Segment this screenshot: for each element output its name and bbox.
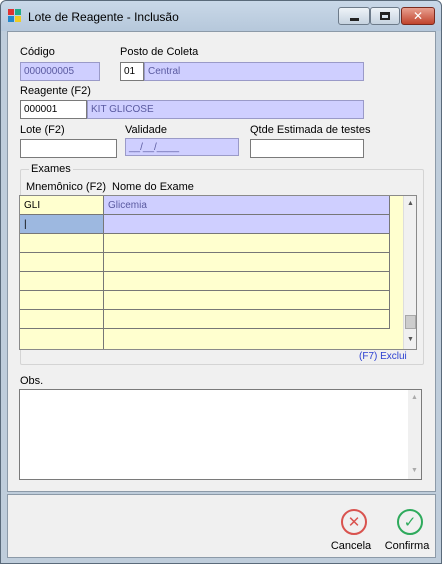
scroll-up-icon[interactable]: ▲ bbox=[405, 198, 416, 210]
nome-cell bbox=[104, 215, 390, 234]
scroll-up-icon[interactable]: ▲ bbox=[409, 392, 420, 404]
column-header-mnemonico: Mnemônico (F2) bbox=[26, 181, 107, 193]
codigo-label: Código bbox=[20, 46, 55, 58]
reagente-code-field[interactable]: 000001 bbox=[20, 100, 87, 119]
posto-label: Posto de Coleta bbox=[120, 46, 199, 58]
confirm-check-icon: ✓ bbox=[397, 509, 423, 535]
scroll-thumb[interactable] bbox=[405, 315, 416, 329]
lote-label: Lote (F2) bbox=[20, 124, 65, 136]
mnemonico-cell[interactable]: | bbox=[20, 215, 104, 234]
grid-row[interactable]: | bbox=[20, 215, 405, 234]
confirma-button[interactable]: ✓ Confirma bbox=[377, 495, 437, 555]
obs-label: Obs. bbox=[20, 375, 44, 387]
cancela-label: Cancela bbox=[330, 540, 372, 552]
reagente-name-field: KIT GLICOSE bbox=[87, 100, 364, 119]
exames-grid[interactable]: GLI Glicemia | ▲ ▼ bbox=[19, 195, 417, 350]
grid-scrollbar[interactable]: ▲ ▼ bbox=[403, 196, 416, 349]
nome-cell bbox=[104, 234, 390, 253]
maximize-icon bbox=[380, 12, 390, 20]
cancel-x-icon: ✕ bbox=[341, 509, 367, 535]
lote-field[interactable] bbox=[20, 139, 117, 158]
nome-cell bbox=[104, 253, 390, 272]
title-bar[interactable]: Lote de Reagente - Inclusão ✕ bbox=[1, 1, 441, 31]
validade-label: Validade bbox=[125, 124, 167, 136]
close-button[interactable]: ✕ bbox=[401, 7, 435, 25]
obs-textarea[interactable]: ▲ ▼ bbox=[19, 389, 422, 480]
qtde-label: Qtde Estimada de testes bbox=[250, 124, 371, 136]
close-icon: ✕ bbox=[412, 9, 424, 23]
mnemonico-cell[interactable] bbox=[20, 234, 104, 253]
posto-name-field: Central bbox=[144, 62, 364, 81]
codigo-field: 000000005 bbox=[20, 62, 100, 81]
grid-row[interactable] bbox=[20, 272, 405, 291]
form-panel: Código 000000005 Posto de Coleta 01 Cent… bbox=[7, 31, 436, 492]
nome-cell bbox=[104, 291, 390, 310]
cancela-button[interactable]: ✕ Cancela bbox=[321, 495, 381, 555]
mnemonico-cell[interactable]: GLI bbox=[20, 196, 104, 215]
minimize-icon bbox=[349, 17, 359, 21]
maximize-button[interactable] bbox=[370, 7, 400, 25]
exames-group-label: Exames bbox=[29, 163, 73, 175]
nome-cell: Glicemia bbox=[104, 196, 390, 215]
confirma-label: Confirma bbox=[384, 540, 430, 552]
qtde-field[interactable] bbox=[250, 139, 364, 158]
nome-cell bbox=[104, 272, 390, 291]
exclui-hint: (F7) Exclui bbox=[359, 351, 407, 362]
grid-row[interactable] bbox=[20, 310, 405, 329]
minimize-button[interactable] bbox=[338, 7, 370, 25]
mnemonico-cell[interactable] bbox=[20, 253, 104, 272]
nome-cell bbox=[104, 310, 390, 329]
column-header-nome: Nome do Exame bbox=[112, 181, 194, 193]
mnemonico-cell[interactable] bbox=[20, 291, 104, 310]
window: Lote de Reagente - Inclusão ✕ Código 000… bbox=[0, 0, 442, 564]
grid-filler bbox=[20, 329, 104, 349]
grid-row[interactable] bbox=[20, 253, 405, 272]
action-bar: ✕ Cancela ✓ Confirma bbox=[7, 494, 436, 558]
obs-scrollbar[interactable]: ▲ ▼ bbox=[408, 390, 421, 479]
grid-row[interactable]: GLI Glicemia bbox=[20, 196, 405, 215]
app-icon bbox=[8, 9, 22, 23]
mnemonico-cell[interactable] bbox=[20, 310, 104, 329]
scroll-down-icon[interactable]: ▼ bbox=[405, 334, 416, 346]
grid-row[interactable] bbox=[20, 291, 405, 310]
grid-row[interactable] bbox=[20, 234, 405, 253]
window-title: Lote de Reagente - Inclusão bbox=[28, 10, 179, 24]
scroll-down-icon[interactable]: ▼ bbox=[409, 465, 420, 477]
posto-code-field[interactable]: 01 bbox=[120, 62, 144, 81]
reagente-label: Reagente (F2) bbox=[20, 85, 91, 97]
validade-field[interactable]: __/__/____ bbox=[125, 138, 239, 156]
mnemonico-cell[interactable] bbox=[20, 272, 104, 291]
